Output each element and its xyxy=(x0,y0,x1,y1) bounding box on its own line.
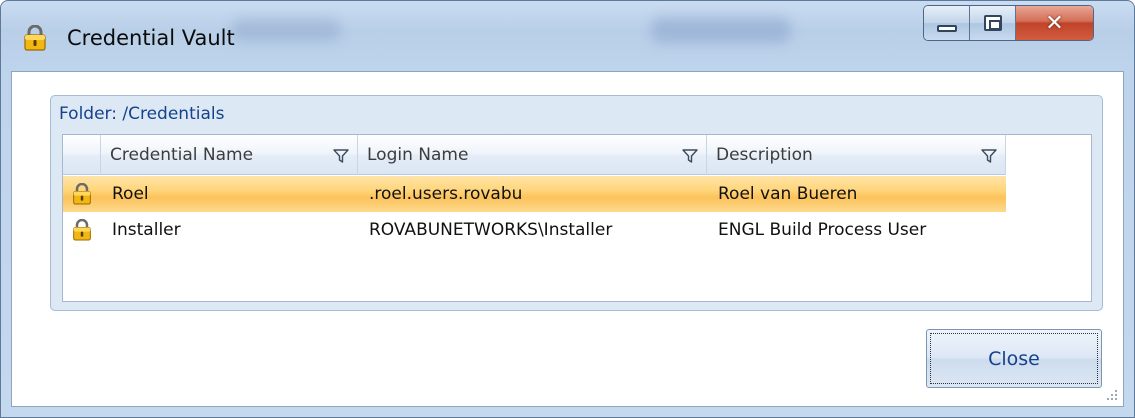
lock-icon xyxy=(63,219,101,241)
window-title: Credential Vault xyxy=(67,26,235,50)
table-row[interactable]: Installer ROVABUNETWORKS\Installer ENGL … xyxy=(63,212,1006,248)
credentials-grid[interactable]: Credential Name Login Name Description R… xyxy=(62,134,1092,302)
filter-icon[interactable] xyxy=(333,148,349,167)
column-header-label: Credential Name xyxy=(110,145,254,165)
login-name-cell: .roel.users.rovabu xyxy=(369,184,523,204)
grid-body: Roel .roel.users.rovabu Roel van Bueren xyxy=(63,176,1091,248)
filter-icon[interactable] xyxy=(981,148,997,167)
window-controls: ✕ xyxy=(923,5,1094,41)
lock-icon xyxy=(63,183,101,205)
description-cell: Roel van Bueren xyxy=(718,184,858,204)
credential-name-cell: Roel xyxy=(112,184,149,204)
description-cell: ENGL Build Process User xyxy=(718,220,927,240)
close-window-button[interactable]: ✕ xyxy=(1016,6,1093,40)
folder-group-box: Folder: /Credentials Credential Name Log… xyxy=(50,95,1103,311)
column-header-label: Description xyxy=(716,145,813,165)
minimize-icon xyxy=(936,24,957,32)
column-header-label: Login Name xyxy=(367,145,469,165)
resize-grip-icon[interactable] xyxy=(1105,388,1119,402)
row-indicator-header xyxy=(63,135,101,175)
column-header-credential-name[interactable]: Credential Name xyxy=(101,135,358,175)
dialog-client-area: Folder: /Credentials Credential Name Log… xyxy=(11,71,1124,407)
grid-header-row: Credential Name Login Name Description xyxy=(63,135,1006,175)
column-header-description[interactable]: Description xyxy=(707,135,1006,175)
table-row[interactable]: Roel .roel.users.rovabu Roel van Bueren xyxy=(63,176,1006,212)
maximize-button[interactable] xyxy=(970,6,1016,40)
close-button[interactable]: Close xyxy=(926,329,1102,388)
credential-name-cell: Installer xyxy=(112,220,181,240)
lock-icon xyxy=(23,24,47,55)
close-button-label: Close xyxy=(988,347,1040,370)
filter-icon[interactable] xyxy=(682,148,698,167)
minimize-button[interactable] xyxy=(924,6,970,40)
folder-label: Folder: /Credentials xyxy=(59,104,225,124)
title-bar-blur xyxy=(651,17,791,43)
column-header-login-name[interactable]: Login Name xyxy=(358,135,707,175)
close-icon: ✕ xyxy=(1045,10,1064,36)
login-name-cell: ROVABUNETWORKS\Installer xyxy=(369,220,613,240)
credential-vault-window: Credential Vault ✕ Folder: /Credentials … xyxy=(0,0,1135,418)
maximize-icon xyxy=(983,15,1002,31)
title-bar-blur xyxy=(231,19,341,41)
